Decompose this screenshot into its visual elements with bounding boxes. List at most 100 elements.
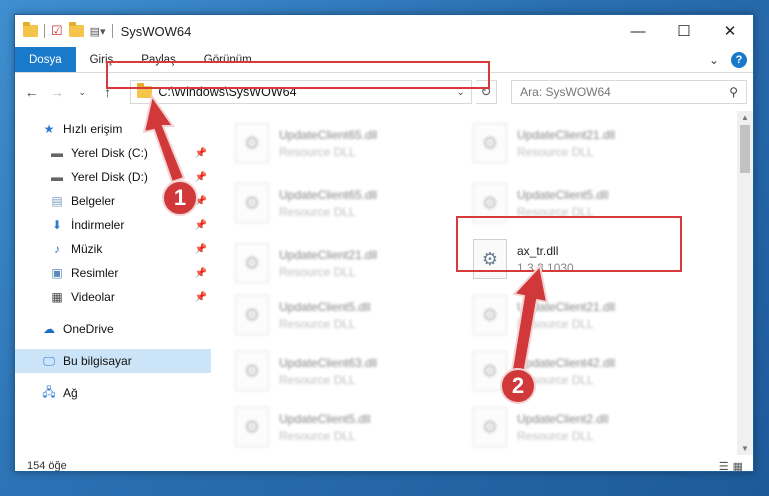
window-controls: — ☐ ✕ (615, 15, 753, 47)
search-placeholder: Ara: SysWOW64 (520, 85, 611, 99)
file-name: UpdateClient42.dll (517, 355, 616, 370)
file-item[interactable]: ⚙ UpdateClient21.dll Resource DLL (473, 291, 693, 339)
dll-file-icon: ⚙ (235, 183, 269, 223)
file-item[interactable]: ⚙ UpdateClient2.dll Resource DLL (473, 403, 693, 451)
chevron-down-icon[interactable]: ⌄ (709, 53, 719, 67)
sidebar-item-label: Ağ (63, 386, 78, 400)
scroll-up-icon[interactable]: ▲ (737, 113, 753, 122)
sidebar-item-label: OneDrive (63, 322, 114, 336)
dll-file-icon: ⚙ (473, 123, 507, 163)
sidebar-item-network[interactable]: 🖧 Ağ (15, 381, 211, 405)
cloud-icon: ☁ (43, 322, 55, 336)
sidebar-item-label: İndirmeler (71, 218, 125, 232)
file-name: UpdateClient21.dll (517, 127, 616, 142)
maximize-button[interactable]: ☐ (661, 15, 707, 47)
file-highlight-box (456, 216, 682, 272)
large-icons-view-icon[interactable]: ▦ (733, 460, 743, 473)
details-view-icon[interactable]: ☰ (719, 460, 729, 473)
network-icon: 🖧 (42, 384, 56, 399)
file-name: UpdateClient21.dll (279, 247, 378, 262)
recent-locations-chevron-icon[interactable]: ⌄ (72, 81, 93, 103)
downloads-icon: ⬇ (51, 218, 63, 232)
file-description: Resource DLL (279, 372, 356, 387)
sidebar-item-label: Videolar (71, 290, 115, 304)
scrollbar-thumb[interactable] (740, 125, 750, 173)
search-icon[interactable]: ⚲ (729, 85, 738, 99)
file-description: Resource DLL (279, 316, 356, 331)
sidebar-item-label: Bu bilgisayar (63, 354, 132, 368)
address-highlight-box (106, 61, 490, 89)
properties-icon[interactable]: ☑ (51, 23, 63, 39)
file-list: ⚙ UpdateClient65.dll Resource DLL ⚙ Updat… (211, 111, 753, 455)
dll-file-icon: ⚙ (235, 295, 269, 335)
drive-icon: ▬ (51, 146, 63, 160)
search-input[interactable]: Ara: SysWOW64 ⚲ (511, 80, 748, 104)
close-button[interactable]: ✕ (707, 15, 753, 47)
file-description: Resource DLL (279, 428, 356, 443)
drive-icon: ▬ (51, 170, 63, 184)
pictures-icon: ▣ (51, 266, 63, 280)
vertical-scrollbar[interactable]: ▲ ▼ (737, 111, 753, 455)
sidebar-item-this-pc[interactable]: 🖵 Bu bilgisayar (15, 349, 211, 373)
customize-icon[interactable]: ▤▾ (90, 25, 106, 38)
sidebar-item-music[interactable]: ♪ Müzik 📌 (15, 237, 211, 261)
sidebar-item-pictures[interactable]: ▣ Resimler 📌 (15, 261, 211, 285)
scroll-down-icon[interactable]: ▼ (737, 444, 753, 453)
minimize-button[interactable]: — (615, 15, 661, 47)
file-name: UpdateClient5.dll (279, 411, 371, 426)
file-description: Resource DLL (517, 144, 594, 159)
folder-icon (23, 22, 38, 37)
dll-file-icon: ⚙ (235, 123, 269, 163)
file-name: UpdateClient5.dll (517, 187, 609, 202)
file-item[interactable]: ⚙ UpdateClient65.dll Resource DLL (235, 179, 455, 227)
title-bar: ☑ ▤▾ SysWOW64 — ☐ ✕ (15, 15, 753, 47)
dll-file-icon: ⚙ (473, 295, 507, 335)
sidebar-item-label: Yerel Disk (C:) (71, 146, 148, 160)
computer-icon: 🖵 (43, 353, 55, 368)
sidebar-item-label: Belgeler (71, 194, 116, 208)
help-icon[interactable]: ? (731, 51, 747, 68)
back-arrow-icon[interactable]: ← (21, 81, 42, 103)
new-folder-icon[interactable] (68, 22, 84, 37)
sidebar-item-label: Yerel Disk (D:) (71, 170, 148, 184)
item-count: 154 öğe (27, 460, 67, 472)
pin-icon: 📌 (194, 171, 207, 183)
window-title: SysWOW64 (120, 23, 192, 39)
file-description: Resource DLL (279, 144, 356, 159)
sidebar-item-quick-access[interactable]: ★ Hızlı erişim (15, 117, 211, 141)
file-item[interactable]: ⚙ UpdateClient21.dll Resource DLL (473, 119, 693, 167)
dll-file-icon: ⚙ (235, 243, 269, 283)
sidebar-item-videos[interactable]: ▦ Videolar 📌 (15, 285, 211, 309)
file-item[interactable]: ⚙ UpdateClient65.dll Resource DLL (235, 119, 455, 167)
pin-icon: 📌 (194, 243, 207, 255)
separator (111, 24, 113, 38)
videos-icon: ▦ (51, 290, 63, 304)
pin-icon: 📌 (194, 219, 207, 231)
ribbon-right: ⌄ ? (709, 47, 753, 72)
file-name: UpdateClient65.dll (279, 187, 378, 202)
sidebar-item-local-disk-c[interactable]: ▬ Yerel Disk (C:) 📌 (15, 141, 211, 165)
documents-icon: ▤ (51, 194, 63, 208)
file-name: UpdateClient65.dll (279, 127, 378, 142)
tab-dosya[interactable]: Dosya (15, 47, 76, 72)
file-item[interactable]: ⚙ UpdateClient21.dll Resource DLL (235, 239, 455, 287)
pin-icon: 📌 (194, 291, 207, 303)
file-item[interactable]: ⚙ UpdateClient63.dll Resource DLL (235, 347, 455, 395)
file-name: UpdateClient63.dll (279, 355, 378, 370)
file-item[interactable]: ⚙ UpdateClient5.dll Resource DLL (235, 403, 455, 451)
forward-arrow-icon[interactable]: → (46, 81, 67, 103)
file-name: UpdateClient21.dll (517, 299, 616, 314)
dll-file-icon: ⚙ (473, 407, 507, 447)
navigation-pane: ★ Hızlı erişim ▬ Yerel Disk (C:) 📌 ▬ Yer… (15, 111, 211, 455)
music-icon: ♪ (54, 242, 60, 256)
sidebar-item-downloads[interactable]: ⬇ İndirmeler 📌 (15, 213, 211, 237)
view-toggle: ☰ ▦ (719, 460, 743, 473)
sidebar-item-onedrive[interactable]: ☁ OneDrive (15, 317, 211, 341)
pin-icon: 📌 (194, 147, 207, 159)
file-item[interactable]: ⚙ UpdateClient5.dll Resource DLL (235, 291, 455, 339)
sidebar-item-label: Resimler (71, 266, 119, 280)
sidebar-item-label: Hızlı erişim (63, 122, 123, 136)
